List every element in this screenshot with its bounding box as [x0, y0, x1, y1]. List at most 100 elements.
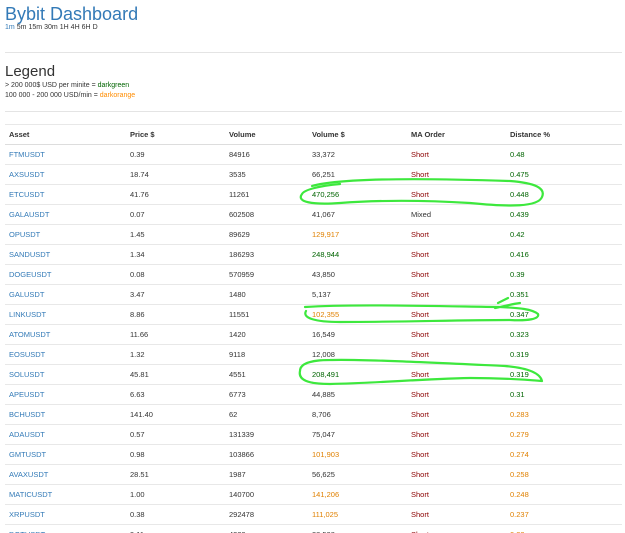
asset-cell[interactable]: XRPUSDT	[5, 504, 126, 525]
price-cell: 0.39	[126, 144, 225, 165]
table-body: FTMUSDT 0.39 84916 33,372 Short 0.48 AXSUSDT 18…	[5, 144, 622, 533]
asset-cell[interactable]: AXSUSDT	[5, 164, 126, 185]
ma-order-cell: Short	[407, 424, 506, 445]
asset-cell[interactable]: DOGEUSDT	[5, 264, 126, 285]
table-row: ETCUSDT 41.76 11261 470,256 Short 0.448	[5, 184, 622, 205]
timeframe-6h[interactable]: 6H	[82, 24, 91, 31]
distance-cell: 0.279	[506, 424, 622, 445]
ma-order-cell: Short	[407, 404, 506, 425]
asset-cell[interactable]: ETCUSDT	[5, 184, 126, 205]
volume-cell: 186293	[225, 244, 308, 265]
page-title: Bybit Dashboard	[5, 4, 139, 24]
volume-usd-cell: 41,067	[308, 204, 407, 225]
column-header-volume[interactable]: Volume	[225, 124, 308, 145]
volume-cell: 1987	[225, 464, 308, 485]
table-row: FTMUSDT 0.39 84916 33,372 Short 0.48	[5, 144, 622, 165]
price-cell: 11.66	[126, 324, 225, 345]
volume-cell: 4551	[225, 364, 308, 385]
asset-cell[interactable]: LINKUSDT	[5, 304, 126, 325]
volume-usd-cell: 66,251	[308, 164, 407, 185]
ma-order-cell: Short	[407, 324, 506, 345]
distance-cell: 0.42	[506, 224, 622, 245]
dashboard: Bybit Dashboard 1m 5m 15m 30m 1H 4H 6H D Legend…	[5, 0, 622, 533]
ma-order-cell: Short	[407, 184, 506, 205]
column-header-price[interactable]: Price $	[126, 124, 225, 145]
ma-order-cell: Short	[407, 384, 506, 405]
volume-usd-cell: 248,944	[308, 244, 407, 265]
volume-usd-cell: 16,549	[308, 324, 407, 345]
volume-usd-cell: 141,206	[308, 484, 407, 505]
table-row: ADAUSDT 0.57 131339 75,047 Short 0.279	[5, 424, 622, 445]
volume-cell: 11261	[225, 184, 308, 205]
distance-cell: 0.283	[506, 404, 622, 425]
volume-usd-cell: 56,625	[308, 464, 407, 485]
asset-cell[interactable]: BCHUSDT	[5, 404, 126, 425]
column-header-ma-order[interactable]: MA Order	[407, 124, 506, 145]
distance-cell: 0.319	[506, 344, 622, 365]
distance-cell: 0.323	[506, 324, 622, 345]
distance-cell: 0.237	[506, 504, 622, 525]
distance-cell: 0.475	[506, 164, 622, 185]
distance-cell: 0.351	[506, 284, 622, 305]
timeframe-30m[interactable]: 30m	[44, 24, 58, 31]
ma-order-cell: Short	[407, 264, 506, 285]
price-cell: 8.86	[126, 304, 225, 325]
timeframe-1h[interactable]: 1H	[60, 24, 69, 31]
asset-cell[interactable]: SOLUSDT	[5, 364, 126, 385]
ma-order-cell: Short	[407, 444, 506, 465]
ma-order-cell: Short	[407, 284, 506, 305]
asset-cell[interactable]: AVAXUSDT	[5, 464, 126, 485]
volume-cell: 1480	[225, 284, 308, 305]
timeframe-4h[interactable]: 4H	[71, 24, 80, 31]
column-header-volume-usd[interactable]: Volume $	[308, 124, 407, 145]
volume-cell: 89629	[225, 224, 308, 245]
asset-cell[interactable]: OPUSDT	[5, 224, 126, 245]
volume-cell: 6773	[225, 384, 308, 405]
timeframe-5m[interactable]: 5m	[17, 24, 27, 31]
ma-order-cell: Short	[407, 344, 506, 365]
asset-cell[interactable]: MATICUSDT	[5, 484, 126, 505]
table-row: ATOMUSDT 11.66 1420 16,549 Short 0.323	[5, 324, 622, 345]
legend-color-darkgreen: darkgreen	[97, 82, 130, 89]
asset-cell[interactable]: GALAUSDT	[5, 204, 126, 225]
asset-cell[interactable]: SANDUSDT	[5, 244, 126, 265]
assets-table: Asset Price $ Volume Volume $ MA Order D…	[5, 124, 622, 533]
asset-cell[interactable]: ADAUSDT	[5, 424, 126, 445]
price-cell: 45.81	[126, 364, 225, 385]
table-row: DOGEUSDT 0.08 570959 43,850 Short 0.39	[5, 264, 622, 285]
price-cell: 0.08	[126, 264, 225, 285]
ma-order-cell: Short	[407, 164, 506, 185]
asset-cell[interactable]: ATOMUSDT	[5, 324, 126, 345]
ma-order-cell: Short	[407, 504, 506, 525]
ma-order-cell: Short	[407, 364, 506, 385]
asset-cell[interactable]: GALUSDT	[5, 284, 126, 305]
volume-cell: 103866	[225, 444, 308, 465]
volume-usd-cell: 208,491	[308, 364, 407, 385]
legend-title: Legend	[5, 63, 56, 80]
column-header-asset[interactable]: Asset	[5, 124, 126, 145]
distance-cell: 0.39	[506, 264, 622, 285]
timeframe-15m[interactable]: 15m	[28, 24, 42, 31]
timeframe-d[interactable]: D	[93, 24, 98, 31]
timeframe-selector: 1m 5m 15m 30m 1H 4H 6H D	[5, 23, 622, 33]
asset-cell[interactable]: FTMUSDT	[5, 144, 126, 165]
price-cell: 1.34	[126, 244, 225, 265]
asset-cell[interactable]: APEUSDT	[5, 384, 126, 405]
volume-usd-cell: 75,047	[308, 424, 407, 445]
legend-line-green: > 200 000$ USD per minite = darkgreen	[5, 81, 622, 91]
price-cell: 6.63	[126, 384, 225, 405]
table-row: OPUSDT 1.45 89629 129,917 Short 0.42	[5, 224, 622, 245]
column-header-distance[interactable]: Distance %	[506, 124, 622, 145]
price-cell: 0.07	[126, 204, 225, 225]
asset-cell[interactable]: GMTUSDT	[5, 444, 126, 465]
ma-order-cell: Short	[407, 224, 506, 245]
timeframe-1m[interactable]: 1m	[5, 24, 15, 31]
table-row: AXSUSDT 18.74 3535 66,251 Short 0.475	[5, 164, 622, 185]
price-cell: 41.76	[126, 184, 225, 205]
volume-usd-cell: 111,025	[308, 504, 407, 525]
asset-cell[interactable]: DOTUSDT	[5, 524, 126, 533]
price-cell: 141.40	[126, 404, 225, 425]
volume-cell: 3535	[225, 164, 308, 185]
volume-cell: 140700	[225, 484, 308, 505]
asset-cell[interactable]: EOSUSDT	[5, 344, 126, 365]
